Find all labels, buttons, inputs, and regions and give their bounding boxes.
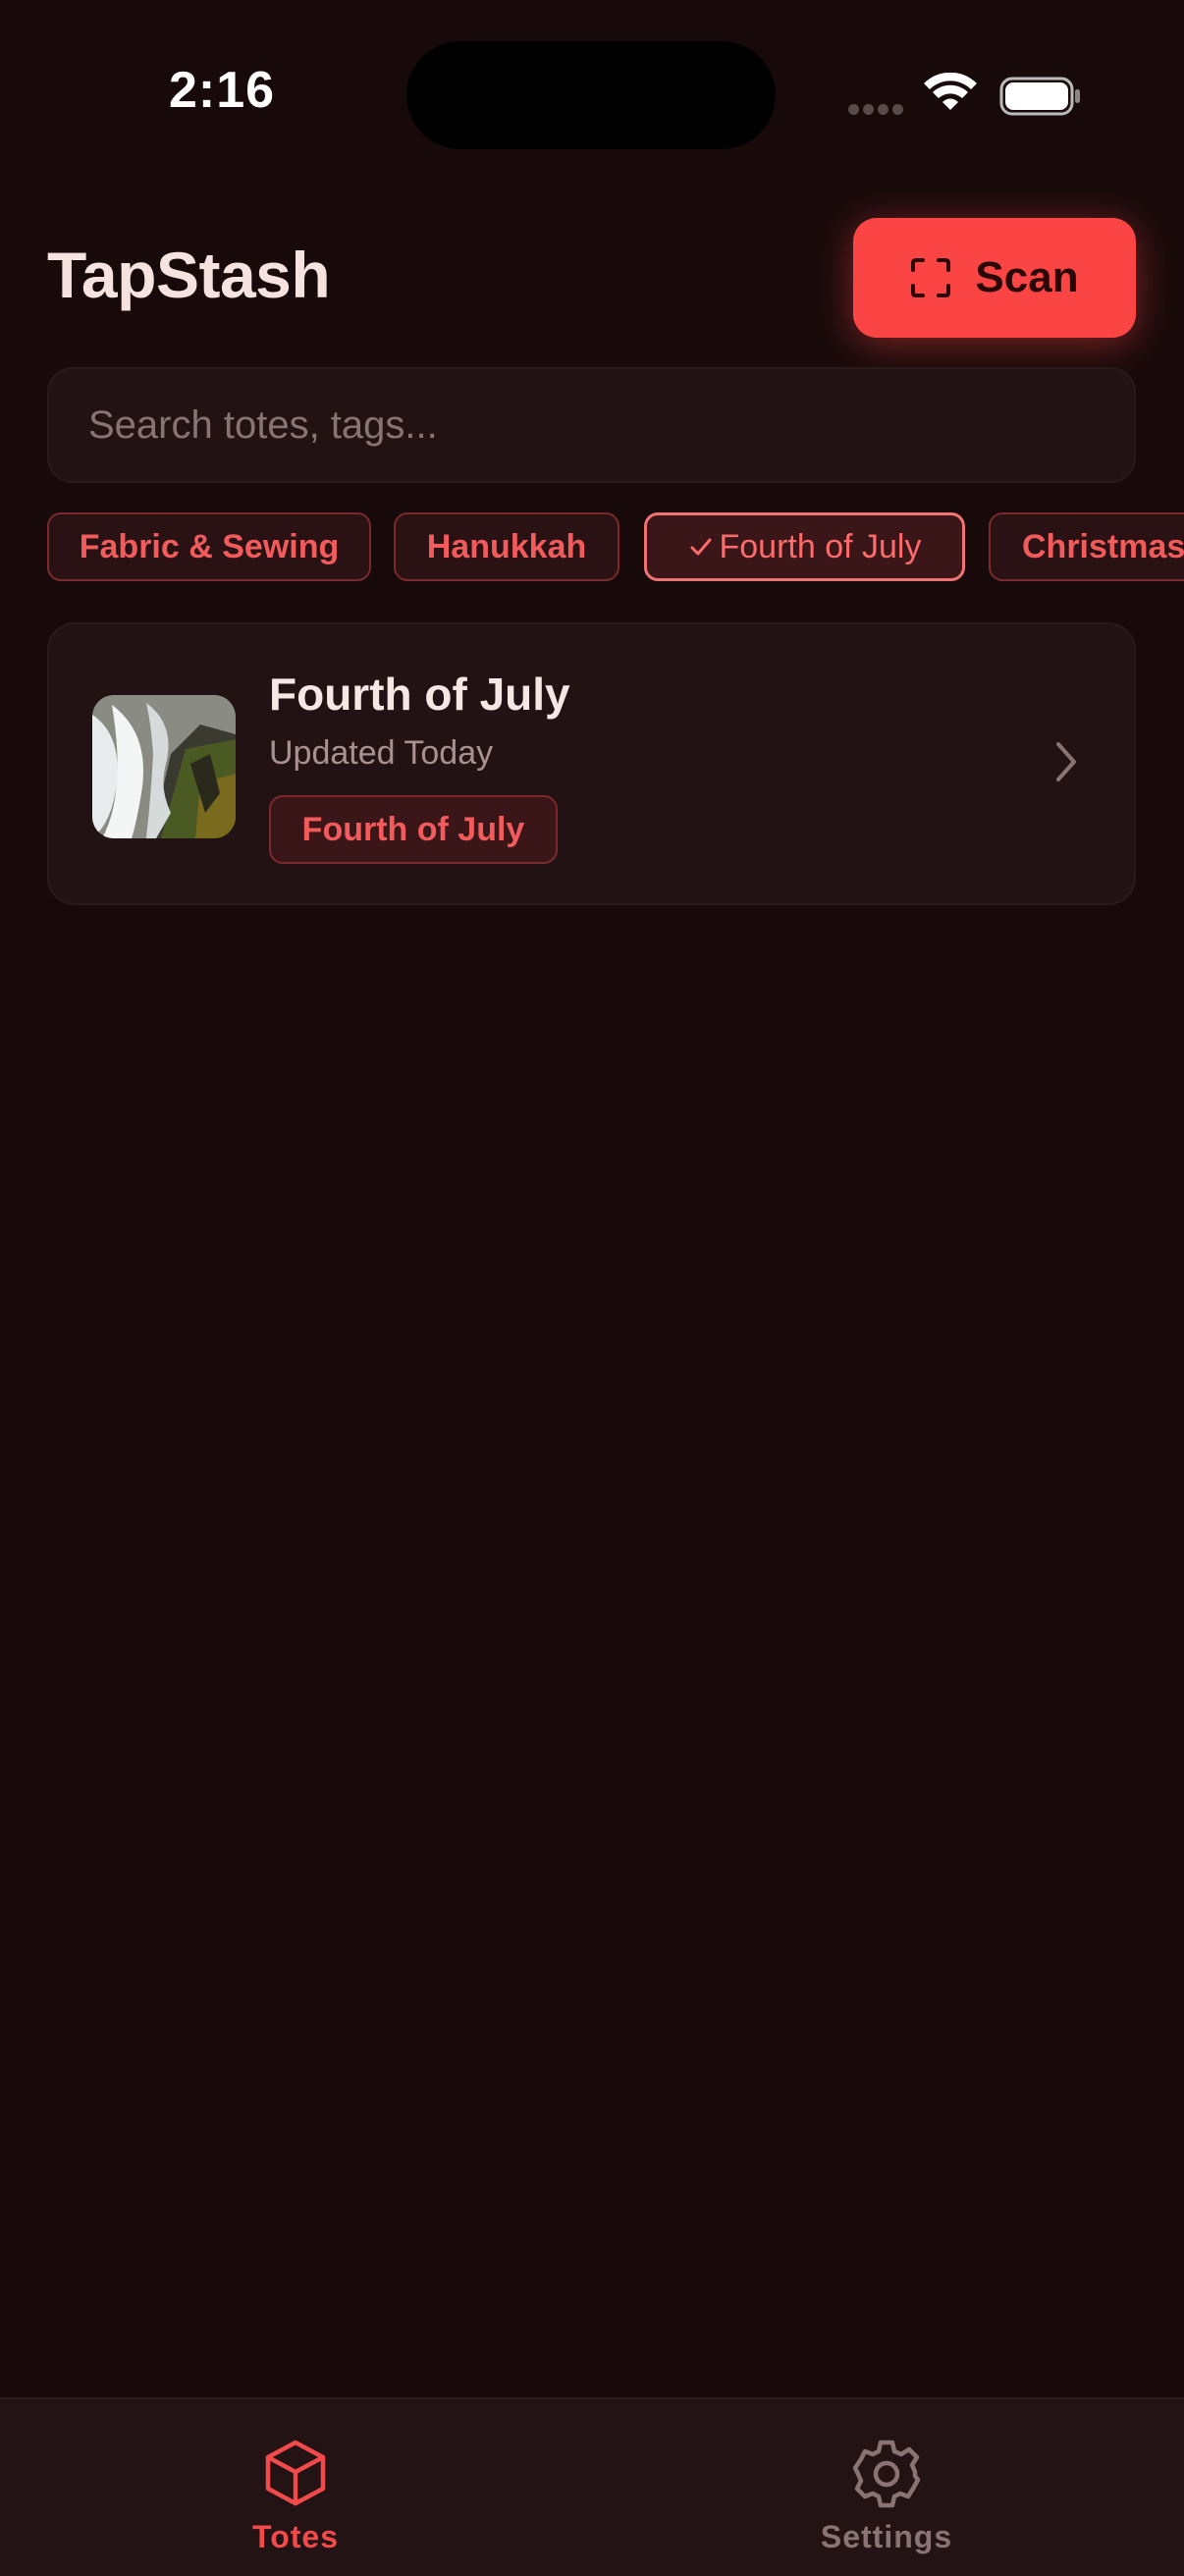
status-time: 2:16 xyxy=(169,62,276,119)
chevron-right-icon xyxy=(1056,742,1076,781)
tote-tag-label: Fourth of July xyxy=(301,810,525,848)
wifi-icon xyxy=(924,73,977,110)
tab-bar: Totes Settings xyxy=(0,2397,1184,2576)
app-title: TapStash xyxy=(47,239,331,311)
tote-thumbnail xyxy=(92,695,236,838)
checkmark-icon xyxy=(688,534,714,560)
filter-chip-label: Fourth of July xyxy=(719,527,922,565)
tab-settings-label: Settings xyxy=(820,2519,953,2554)
battery-icon xyxy=(999,77,1080,116)
tote-card[interactable]: Fourth of July Updated Today Fourth of J… xyxy=(47,622,1136,905)
filter-chip-label: Fabric & Sewing xyxy=(79,527,340,565)
scan-button-label: Scan xyxy=(975,253,1079,301)
tab-totes[interactable]: Totes xyxy=(178,2399,413,2576)
cube-icon xyxy=(265,2440,326,2506)
search-input[interactable] xyxy=(86,402,1134,449)
filter-chip-label: Hanukkah xyxy=(426,527,587,565)
filter-chip-fourth-of-july[interactable]: Fourth of July xyxy=(644,512,965,581)
filter-chip-fabric-sewing[interactable]: Fabric & Sewing xyxy=(47,512,371,581)
tab-totes-label: Totes xyxy=(252,2519,339,2554)
tab-settings[interactable]: Settings xyxy=(769,2399,1004,2576)
dynamic-island xyxy=(406,41,776,149)
filter-chip-christmas[interactable]: Christmas xyxy=(989,512,1184,581)
tote-title: Fourth of July xyxy=(269,669,570,720)
tote-updated: Updated Today xyxy=(269,734,494,772)
gear-icon xyxy=(852,2440,921,2508)
tote-tag-badge: Fourth of July xyxy=(269,795,558,864)
cellular-signal-icon xyxy=(848,102,907,120)
filter-chip-hanukkah[interactable]: Hanukkah xyxy=(394,512,619,581)
scan-frame-icon xyxy=(911,258,951,297)
scan-button[interactable]: Scan xyxy=(853,218,1136,338)
search-field[interactable] xyxy=(47,367,1136,483)
filter-chip-label: Christmas xyxy=(1022,527,1184,565)
